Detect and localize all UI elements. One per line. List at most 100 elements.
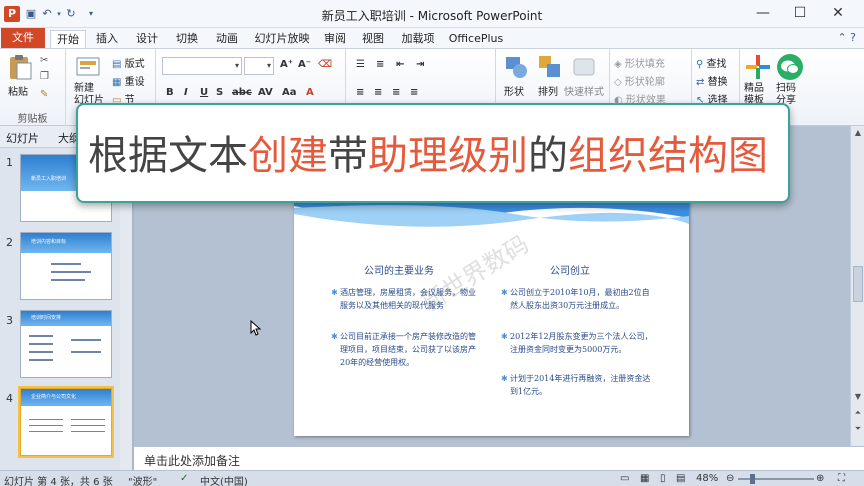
- font-name-combo[interactable]: ▾: [162, 57, 242, 75]
- shape-outline-icon: ◇: [614, 77, 622, 88]
- zoom-in-icon[interactable]: ⊕: [816, 473, 824, 484]
- replace-button[interactable]: ⇄ 替换: [696, 73, 728, 88]
- slide-thumbnail-4[interactable]: 企业简介与公司文化: [18, 386, 114, 458]
- language-status[interactable]: 中文(中国): [200, 473, 248, 486]
- char-spacing-icon[interactable]: AV: [258, 87, 273, 98]
- wechat-icon[interactable]: [776, 53, 804, 81]
- tab-slideshow[interactable]: 幻灯片放映: [250, 30, 314, 48]
- paste-icon[interactable]: [6, 53, 34, 81]
- tab-home[interactable]: 开始: [50, 30, 86, 48]
- slide-thumbnail-3[interactable]: 培训时间安排: [20, 310, 112, 378]
- spellcheck-icon[interactable]: ✓: [180, 473, 188, 484]
- shape-fill-icon: ◈: [614, 59, 622, 70]
- italic-icon[interactable]: I: [184, 87, 188, 98]
- format-painter-icon[interactable]: ✎: [40, 89, 48, 100]
- underline-icon[interactable]: U: [200, 87, 208, 98]
- minimize-button[interactable]: —: [748, 4, 778, 22]
- scroll-thumb[interactable]: [853, 266, 863, 302]
- thumb-title: 培训内容和目标: [31, 239, 67, 245]
- left-bullet: ✱ 公司目前正承接一个房产装修改造的管理项目，项目结束，公司获了以该房产20年的经…: [331, 330, 476, 369]
- banner-part-highlight: 创建: [248, 133, 328, 179]
- normal-view-icon[interactable]: ▭: [620, 473, 629, 484]
- shape-icon[interactable]: [502, 53, 530, 81]
- find-button[interactable]: ⚲ 查找: [696, 55, 727, 70]
- thumb-line: [51, 279, 85, 281]
- quick-style-button[interactable]: 快速样式: [564, 83, 604, 98]
- arrange-icon[interactable]: [536, 53, 564, 81]
- right-bullet: ✱ 计划于2014年进行再融资，注册资金达到1亿元。: [501, 372, 654, 398]
- current-slide[interactable]: 公司的主要业务 公司创立 ✱ 酒店管理，房屋租赁，会议服务，物业服务以及其他相关的…: [294, 184, 689, 436]
- ribbon-help-icons[interactable]: ⌃ ?: [837, 31, 856, 44]
- tab-animations[interactable]: 动画: [210, 30, 244, 48]
- cut-icon[interactable]: ✂: [40, 55, 48, 66]
- bullet-text: 计划于2014年进行再融资，注册资金达到1亿元。: [510, 374, 651, 396]
- quick-style-icon[interactable]: [570, 53, 598, 81]
- align-left-icon[interactable]: ≡: [356, 87, 364, 98]
- shape-fill-label: 形状填充: [624, 59, 665, 70]
- reset-button[interactable]: ▦ 重设: [112, 73, 145, 88]
- layout-label: 版式: [124, 59, 145, 70]
- grow-font-icon[interactable]: A⁺: [280, 59, 293, 70]
- shrink-font-icon[interactable]: A⁻: [298, 59, 311, 70]
- bold-icon[interactable]: B: [166, 87, 174, 98]
- layout-button[interactable]: ▤ 版式: [112, 55, 145, 70]
- arrange-button[interactable]: 排列: [538, 83, 558, 98]
- next-slide-icon[interactable]: ⏷: [853, 424, 863, 434]
- justify-icon[interactable]: ≡: [410, 87, 418, 98]
- reading-view-icon[interactable]: ▯: [660, 473, 666, 484]
- fit-to-window-icon[interactable]: ⛶: [838, 473, 845, 484]
- thumb-line: [29, 351, 53, 353]
- tab-view[interactable]: 视图: [356, 30, 390, 48]
- banner-part: 带: [328, 133, 368, 179]
- shape-outline-button[interactable]: ◇ 形状轮廓: [614, 73, 665, 88]
- strikethrough-icon[interactable]: abc: [232, 87, 252, 98]
- scroll-up-icon[interactable]: ▲: [853, 128, 863, 137]
- tab-review[interactable]: 审阅: [318, 30, 352, 48]
- notes-placeholder: 单击此处添加备注: [144, 454, 241, 468]
- banner-part: 的: [528, 133, 568, 179]
- font-color-icon[interactable]: A: [306, 87, 314, 98]
- paste-button[interactable]: 粘贴: [8, 83, 28, 98]
- close-button[interactable]: ✕: [823, 4, 853, 22]
- slideshow-icon[interactable]: ▤: [676, 473, 685, 484]
- font-size-combo[interactable]: ▾: [244, 57, 274, 75]
- copy-icon[interactable]: ❐: [40, 71, 49, 82]
- shape-fill-button[interactable]: ◈ 形状填充: [614, 55, 665, 70]
- change-case-icon[interactable]: Aa: [282, 87, 297, 98]
- premium-template-icon[interactable]: [744, 53, 772, 81]
- tab-file[interactable]: 文件: [1, 28, 45, 48]
- zoom-slider-handle[interactable]: [750, 474, 755, 484]
- notes-pane[interactable]: 单击此处添加备注: [134, 446, 864, 470]
- tab-officeplus[interactable]: OfficePlus: [446, 30, 506, 48]
- align-center-icon[interactable]: ≡: [374, 87, 382, 98]
- maximize-button[interactable]: ☐: [785, 4, 815, 22]
- shadow-icon[interactable]: S: [216, 87, 223, 98]
- decrease-indent-icon[interactable]: ⇤: [396, 59, 404, 70]
- slide-sorter-icon[interactable]: ▦: [640, 473, 649, 484]
- tab-design[interactable]: 设计: [130, 30, 164, 48]
- bullets-icon[interactable]: ☰: [356, 59, 365, 70]
- clear-format-icon[interactable]: ⌫: [318, 59, 332, 70]
- bullet-icon: ✱: [501, 332, 508, 341]
- new-slide-icon[interactable]: [74, 53, 102, 81]
- thumb-line: [71, 339, 101, 341]
- zoom-level[interactable]: 48%: [696, 473, 718, 484]
- thumb-title: 企业简介与公司文化: [31, 394, 77, 400]
- slide-thumbnail-2[interactable]: 培训内容和目标: [20, 232, 112, 300]
- bullet-icon: ✱: [501, 288, 508, 297]
- zoom-out-icon[interactable]: ⊖: [726, 473, 734, 484]
- shape-button[interactable]: 形状: [504, 83, 524, 98]
- tab-addins[interactable]: 加载项: [396, 30, 440, 48]
- tab-slides[interactable]: 幻灯片: [6, 130, 39, 146]
- tab-transitions[interactable]: 切换: [170, 30, 204, 48]
- increase-indent-icon[interactable]: ⇥: [416, 59, 424, 70]
- align-right-icon[interactable]: ≡: [392, 87, 400, 98]
- tab-insert[interactable]: 插入: [90, 30, 124, 48]
- numbering-icon[interactable]: ≡: [376, 59, 384, 70]
- vertical-scrollbar[interactable]: ▲ ▼ ⏶ ⏷: [850, 126, 864, 446]
- shape-outline-label: 形状轮廓: [624, 77, 665, 88]
- previous-slide-icon[interactable]: ⏶: [853, 408, 863, 418]
- theme-status: "波形": [128, 477, 158, 486]
- slide-number: 3: [6, 314, 13, 327]
- scroll-down-icon[interactable]: ▼: [853, 392, 863, 401]
